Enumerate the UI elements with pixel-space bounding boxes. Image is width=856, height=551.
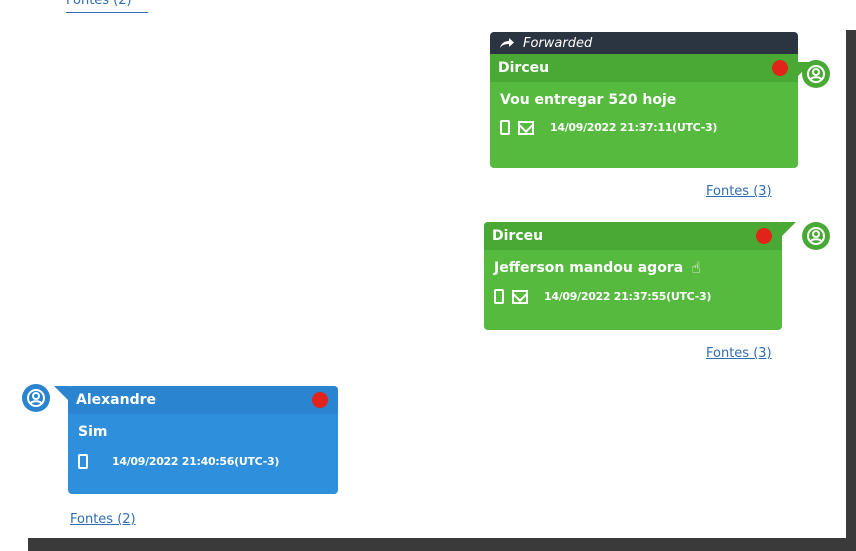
status-dot-icon bbox=[756, 228, 772, 244]
sources-link[interactable]: Fontes (3) bbox=[706, 184, 772, 199]
forward-arrow-icon bbox=[500, 38, 514, 48]
mail-icon bbox=[512, 289, 528, 304]
message-text: Vou entregar 520 hoje bbox=[500, 92, 677, 108]
avatar[interactable] bbox=[802, 60, 830, 88]
message-text: Sim bbox=[78, 424, 108, 440]
avatar[interactable] bbox=[802, 222, 830, 250]
sender-name: Dirceu bbox=[498, 60, 550, 76]
avatar[interactable] bbox=[22, 384, 50, 412]
mail-icon bbox=[518, 120, 534, 135]
user-avatar-icon bbox=[807, 227, 825, 245]
message-bubble[interactable]: Dirceu Vou entregar 520 hoje 14/09/2022 … bbox=[490, 54, 798, 168]
message-timestamp: 14/09/2022 21:37:55(UTC-3) bbox=[544, 290, 712, 303]
bubble-tail bbox=[780, 222, 796, 238]
message-text: Jefferson mandou agora bbox=[494, 259, 684, 276]
status-dot-icon bbox=[312, 392, 328, 408]
sources-link[interactable]: Fontes (2) bbox=[70, 512, 136, 527]
message-bubble[interactable]: Dirceu Jefferson mandou agora ☝ 14/09/20… bbox=[484, 222, 782, 330]
user-avatar-icon bbox=[807, 65, 825, 83]
message-bubble[interactable]: Alexandre Sim 14/09/2022 21:40:56(UTC-3) bbox=[68, 386, 338, 494]
forwarded-label: Forwarded bbox=[523, 35, 593, 51]
panel-shadow-bottom bbox=[28, 538, 856, 551]
user-avatar-icon bbox=[27, 389, 45, 407]
message-text-row: Jefferson mandou agora ☝ bbox=[484, 250, 782, 277]
message-header: Alexandre bbox=[68, 386, 338, 414]
message-header: Dirceu bbox=[490, 54, 798, 82]
phone-icon bbox=[78, 454, 88, 469]
phone-icon bbox=[500, 120, 510, 135]
bubble-tail bbox=[54, 386, 70, 402]
message-header: Dirceu bbox=[484, 222, 782, 250]
message-meta: 14/09/2022 21:40:56(UTC-3) bbox=[68, 440, 338, 469]
message-meta: 14/09/2022 21:37:11(UTC-3) bbox=[490, 108, 798, 135]
phone-icon bbox=[494, 289, 504, 304]
sender-name: Dirceu bbox=[492, 228, 544, 244]
status-dot-icon bbox=[772, 60, 788, 76]
message-timestamp: 14/09/2022 21:37:11(UTC-3) bbox=[550, 121, 718, 134]
message-timestamp: 14/09/2022 21:40:56(UTC-3) bbox=[112, 455, 280, 468]
sources-link[interactable]: Fontes (3) bbox=[706, 346, 772, 361]
sender-name: Alexandre bbox=[76, 392, 156, 408]
forwarded-bar: Forwarded bbox=[490, 32, 798, 54]
message-meta: 14/09/2022 21:37:55(UTC-3) bbox=[484, 277, 782, 304]
panel-shadow-right bbox=[846, 30, 856, 551]
hand-pointer-icon: ☝ bbox=[691, 258, 701, 277]
sources-link-top[interactable]: Fontes (2) bbox=[66, 0, 148, 13]
